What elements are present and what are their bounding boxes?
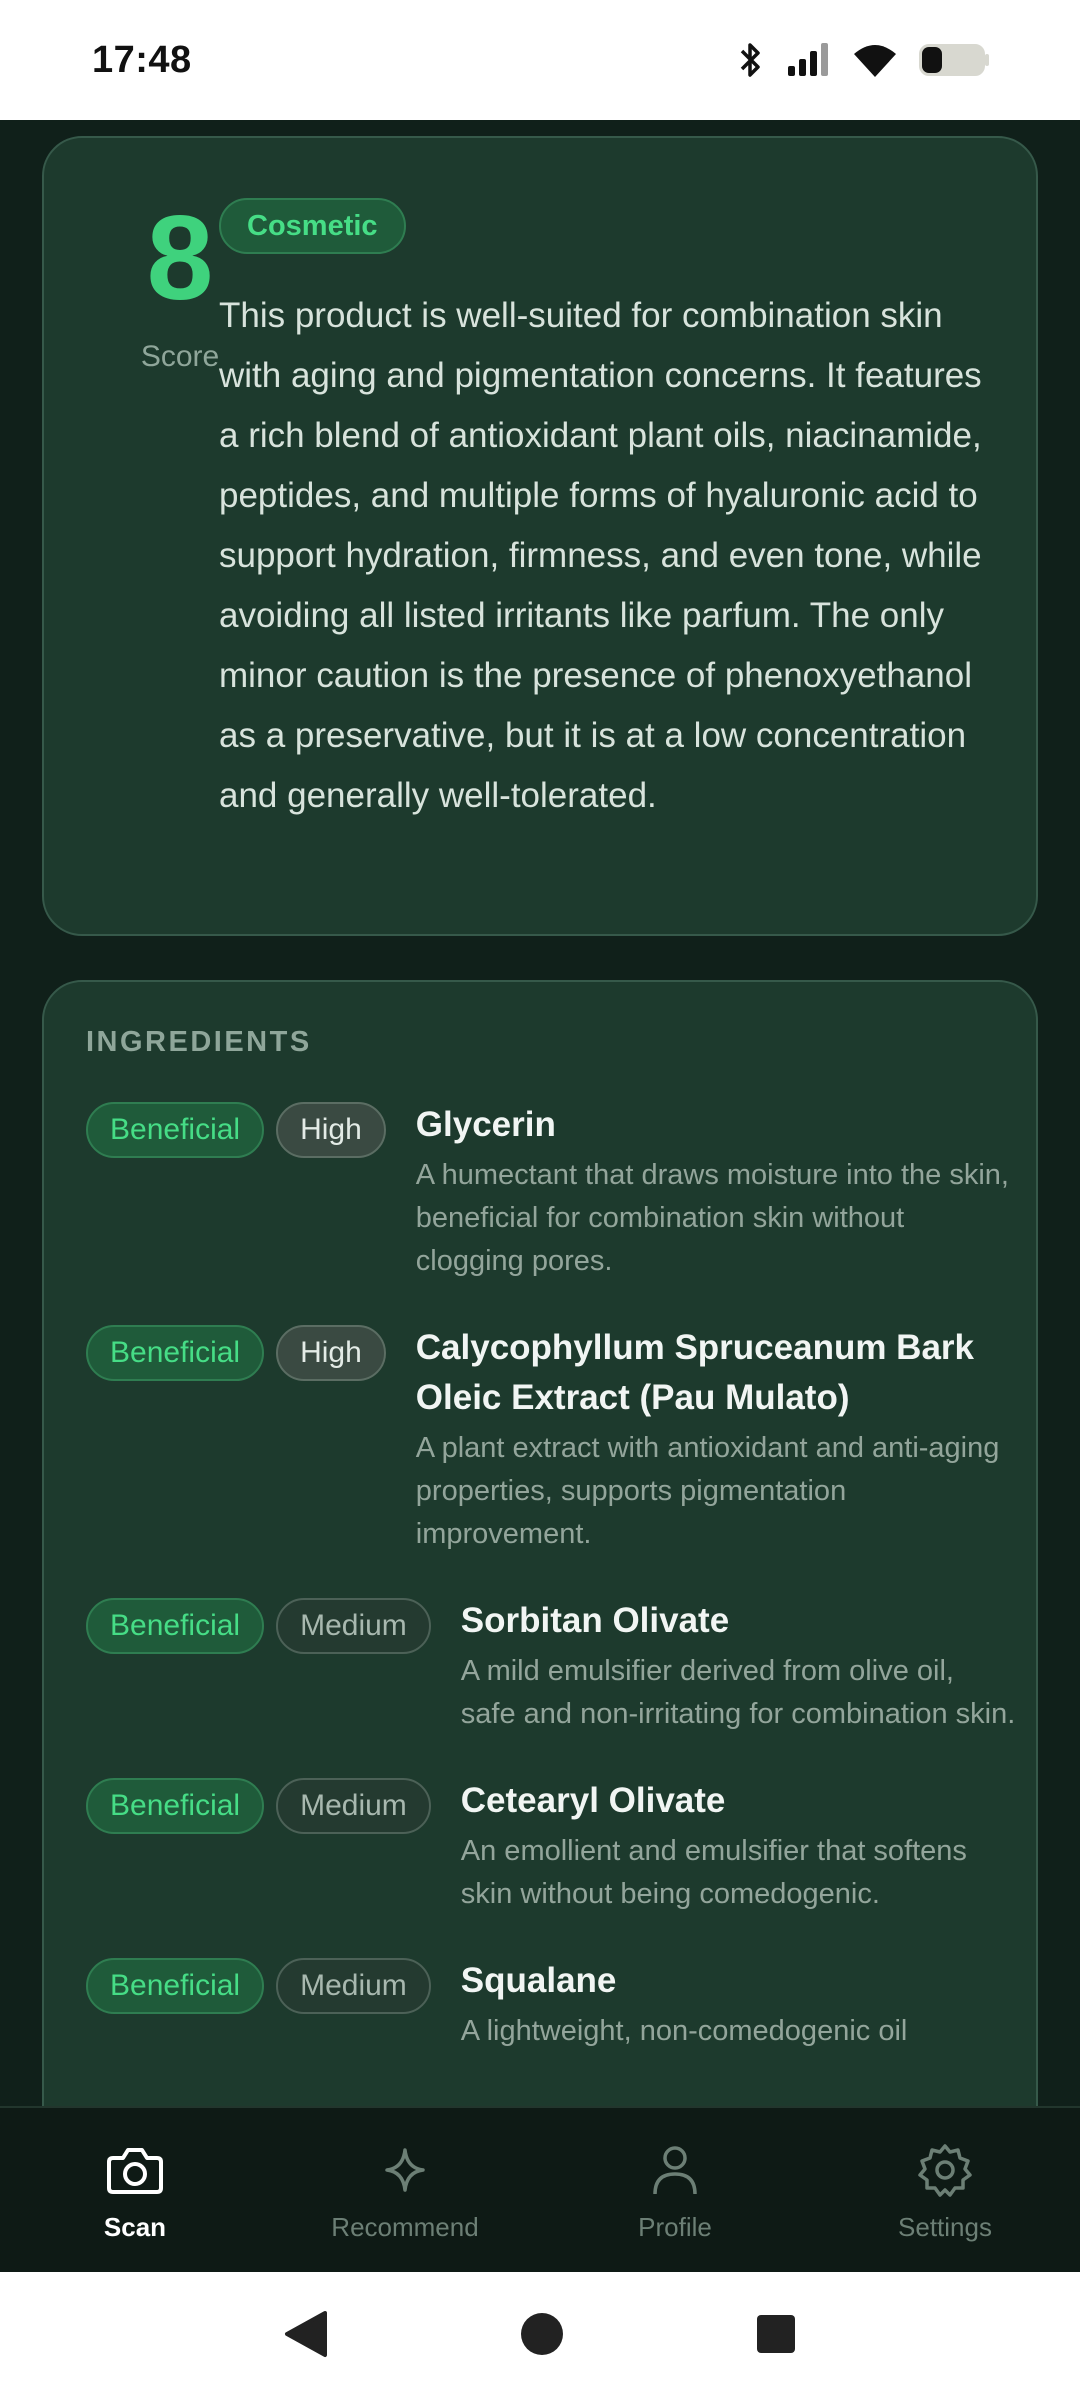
ingredient-text: Glycerin A humectant that draws moisture… xyxy=(416,1100,1016,1283)
rating-badge: Beneficial xyxy=(86,1325,265,1381)
person-icon xyxy=(645,2142,705,2198)
category-badge: Cosmetic xyxy=(219,198,406,254)
ingredient-text: Sorbitan Olivate A mild emulsifier deriv… xyxy=(461,1596,1016,1736)
gear-icon xyxy=(915,2142,975,2198)
level-badge: Medium xyxy=(276,1778,431,1834)
ingredient-description: A mild emulsifier derived from olive oil… xyxy=(460,1655,1016,1730)
status-time: 17:48 xyxy=(92,38,192,81)
home-icon[interactable] xyxy=(519,2311,565,2362)
ingredient-text: Calycophyllum Spruceanum Bark Oleic Extr… xyxy=(416,1323,1016,1556)
camera-icon xyxy=(105,2142,165,2198)
ingredient-name: Cetearyl Olivate xyxy=(460,1781,726,1820)
ingredient-name: Glycerin xyxy=(415,1105,556,1144)
ingredient-item[interactable]: Beneficial Medium Squalane A lightweight… xyxy=(86,1956,1016,2053)
battery-icon xyxy=(918,40,990,80)
nav-settings[interactable]: Settings xyxy=(810,2108,1080,2272)
content-scroll[interactable]: 8 Score Cosmetic This product is well-su… xyxy=(0,120,1080,2106)
ingredient-text: Squalane A lightweight, non-comedogenic … xyxy=(461,1956,1016,2053)
level-badge: Medium xyxy=(276,1598,431,1654)
ingredient-description: An emollient and emulsifier that softens… xyxy=(460,1835,967,1910)
summary-text: This product is well-suited for combinat… xyxy=(219,296,982,815)
rating-badge: Beneficial xyxy=(86,1958,265,2014)
sparkle-icon xyxy=(375,2142,435,2198)
nav-label-recommend: Recommend xyxy=(331,2212,479,2242)
ingredient-name: Sorbitan Olivate xyxy=(460,1601,730,1640)
ingredient-badges: Beneficial High xyxy=(86,1323,386,1381)
ingredient-item[interactable]: Beneficial Medium Cetearyl Olivate An em… xyxy=(86,1776,1016,1916)
ingredients-title: INGREDIENTS xyxy=(86,1026,312,1058)
nav-profile[interactable]: Profile xyxy=(540,2108,810,2272)
level-badge: High xyxy=(276,1102,386,1158)
nav-label-settings: Settings xyxy=(898,2212,992,2242)
ingredient-badges: Beneficial Medium xyxy=(86,1776,431,1834)
nav-label-profile: Profile xyxy=(638,2212,712,2242)
summary-card: 8 Score Cosmetic This product is well-su… xyxy=(42,136,1038,936)
ingredient-description: A plant extract with antioxidant and ant… xyxy=(415,1432,1000,1550)
ingredient-description: A humectant that draws moisture into the… xyxy=(415,1159,1009,1277)
ingredient-description: A lightweight, non-comedogenic oil xyxy=(460,2015,908,2047)
level-badge: High xyxy=(276,1325,386,1381)
bluetooth-icon xyxy=(736,40,766,80)
level-badge: Medium xyxy=(276,1958,431,2014)
ingredients-list: Beneficial High Glycerin A humectant tha… xyxy=(86,1100,1016,2093)
ingredient-text: Cetearyl Olivate An emollient and emulsi… xyxy=(461,1776,1016,1916)
ingredients-card: INGREDIENTS Beneficial High Glycerin A h… xyxy=(42,980,1038,2106)
ingredient-name: Calycophyllum Spruceanum Bark Oleic Extr… xyxy=(415,1328,975,1417)
nav-label-scan: Scan xyxy=(103,2212,167,2242)
bottom-nav: Scan Recommend Profile Settings xyxy=(0,2106,1080,2272)
nav-scan[interactable]: Scan xyxy=(0,2108,270,2272)
back-icon[interactable] xyxy=(283,2309,329,2364)
status-bar: 17:48 xyxy=(0,0,1080,120)
wifi-icon xyxy=(852,40,898,80)
system-nav-bar xyxy=(0,2272,1080,2400)
ingredient-badges: Beneficial Medium xyxy=(86,1956,431,2014)
rating-badge: Beneficial xyxy=(86,1778,265,1834)
ingredient-item[interactable]: Beneficial Medium Sorbitan Olivate A mil… xyxy=(86,1596,1016,1736)
rating-badge: Beneficial xyxy=(86,1598,265,1654)
signal-icon xyxy=(786,40,832,80)
ingredient-badges: Beneficial High xyxy=(86,1100,386,1158)
recents-icon[interactable] xyxy=(755,2313,797,2360)
rating-badge: Beneficial xyxy=(86,1102,265,1158)
status-icons xyxy=(736,40,990,80)
ingredient-name: Squalane xyxy=(460,1961,617,2000)
ingredient-item[interactable]: Beneficial High Calycophyllum Spruceanum… xyxy=(86,1323,1016,1556)
nav-recommend[interactable]: Recommend xyxy=(270,2108,540,2272)
ingredient-item[interactable]: Beneficial High Glycerin A humectant tha… xyxy=(86,1100,1016,1283)
ingredient-badges: Beneficial Medium xyxy=(86,1596,431,1654)
